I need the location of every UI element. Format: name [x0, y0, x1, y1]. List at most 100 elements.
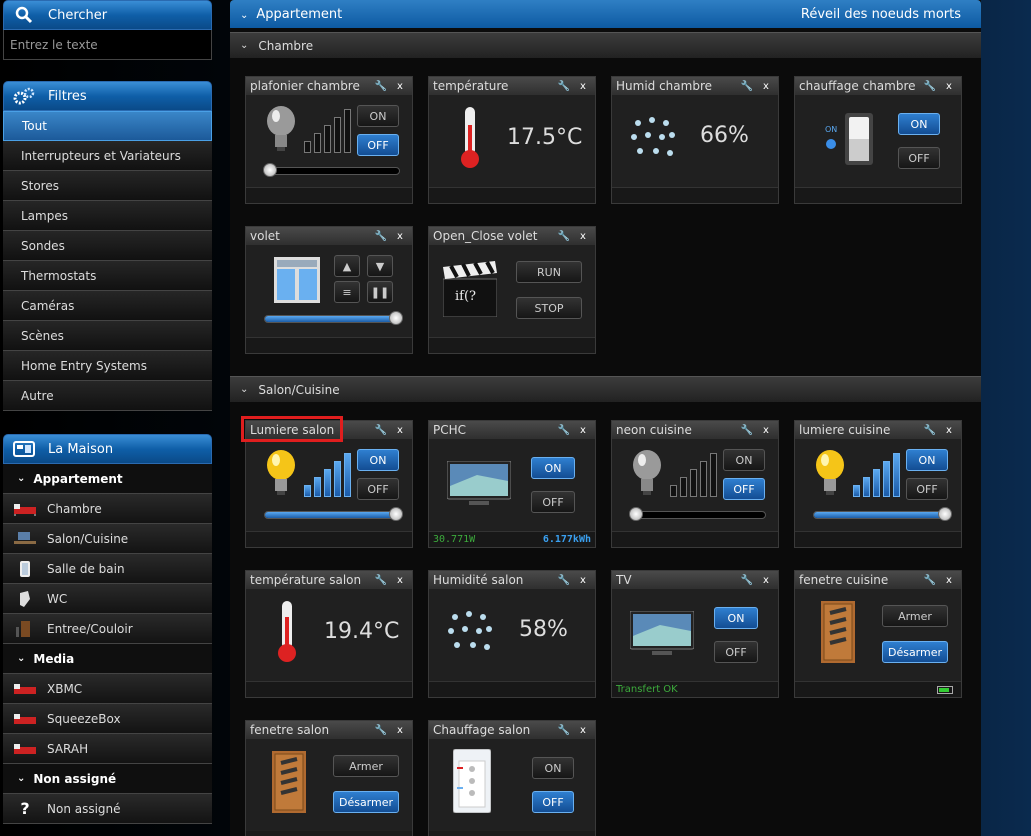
off-button[interactable]: OFF	[906, 478, 948, 500]
tree-group-appartement[interactable]: ⌄ Appartement	[3, 464, 212, 494]
wrench-icon[interactable]: 🔧	[374, 423, 388, 437]
up-button[interactable]: ▲	[334, 255, 360, 277]
shutter-slider[interactable]	[264, 311, 403, 325]
close-icon[interactable]: x	[576, 723, 590, 737]
wrench-icon[interactable]: 🔧	[374, 79, 388, 93]
wrench-icon[interactable]: 🔧	[740, 573, 754, 587]
off-button[interactable]: OFF	[723, 478, 765, 500]
off-button[interactable]: OFF	[357, 134, 399, 156]
dimmer-slider[interactable]	[813, 507, 952, 521]
card-body: ON OFF	[429, 739, 595, 831]
close-icon[interactable]: x	[393, 79, 407, 93]
close-icon[interactable]: x	[942, 423, 956, 437]
wrench-icon[interactable]: 🔧	[374, 229, 388, 243]
close-icon[interactable]: x	[576, 79, 590, 93]
slider-knob[interactable]	[389, 507, 403, 521]
wrench-icon[interactable]: 🔧	[557, 79, 571, 93]
wrench-icon[interactable]: 🔧	[740, 79, 754, 93]
tree-item-label: Entree/Couloir	[47, 621, 133, 636]
filter-item-interrupteurs[interactable]: Interrupteurs et Variateurs	[3, 141, 212, 171]
wrench-icon[interactable]: 🔧	[374, 723, 388, 737]
close-icon[interactable]: x	[393, 229, 407, 243]
wake-dead-nodes-button[interactable]: Réveil des noeuds morts	[801, 7, 961, 22]
section-salon-cuisine[interactable]: ⌄ Salon/Cuisine	[230, 376, 981, 402]
close-icon[interactable]: x	[576, 423, 590, 437]
off-button[interactable]: OFF	[898, 147, 940, 169]
card-body: ▲ ▼ ≡ ❚❚	[246, 245, 412, 337]
tree-item-salon-cuisine[interactable]: Salon/Cuisine	[3, 524, 212, 554]
tree-group-non-assigne[interactable]: ⌄ Non assigné	[3, 764, 212, 794]
run-button[interactable]: RUN	[516, 261, 582, 283]
off-button[interactable]: OFF	[714, 641, 758, 663]
pause-button[interactable]: ❚❚	[367, 281, 393, 303]
off-button[interactable]: OFF	[531, 491, 575, 513]
tree-item-xbmc[interactable]: XBMC	[3, 674, 212, 704]
close-icon[interactable]: x	[393, 573, 407, 587]
tree-item-chambre[interactable]: Chambre	[3, 494, 212, 524]
wrench-icon[interactable]: 🔧	[923, 423, 937, 437]
wrench-icon[interactable]: 🔧	[557, 229, 571, 243]
wrench-icon[interactable]: 🔧	[557, 723, 571, 737]
disarm-button[interactable]: Désarmer	[333, 791, 399, 813]
disarm-button[interactable]: Désarmer	[882, 641, 948, 663]
off-button[interactable]: OFF	[357, 478, 399, 500]
filter-item-cameras[interactable]: Caméras	[3, 291, 212, 321]
off-button[interactable]: OFF	[532, 791, 574, 813]
slider-knob[interactable]	[629, 507, 643, 521]
on-button[interactable]: ON	[357, 449, 399, 471]
dimmer-slider[interactable]	[263, 163, 400, 177]
tree-group-media[interactable]: ⌄ Media	[3, 644, 212, 674]
on-button[interactable]: ON	[898, 113, 940, 135]
filter-item-stores[interactable]: Stores	[3, 171, 212, 201]
close-icon[interactable]: x	[759, 79, 773, 93]
main-title-wrap[interactable]: ⌄ Appartement	[240, 7, 342, 22]
down-button[interactable]: ▼	[367, 255, 393, 277]
arm-button[interactable]: Armer	[333, 755, 399, 777]
filter-item-sondes[interactable]: Sondes	[3, 231, 212, 261]
wrench-icon[interactable]: 🔧	[923, 573, 937, 587]
close-icon[interactable]: x	[942, 79, 956, 93]
filter-item-lampes[interactable]: Lampes	[3, 201, 212, 231]
section-chambre[interactable]: ⌄ Chambre	[230, 32, 981, 58]
close-icon[interactable]: x	[576, 229, 590, 243]
house-header: La Maison	[3, 434, 212, 464]
on-button[interactable]: ON	[532, 757, 574, 779]
close-icon[interactable]: x	[393, 723, 407, 737]
filter-item-thermostats[interactable]: Thermostats	[3, 261, 212, 291]
dimmer-slider[interactable]	[629, 507, 766, 521]
wrench-icon[interactable]: 🔧	[557, 423, 571, 437]
on-button[interactable]: ON	[531, 457, 575, 479]
wrench-icon[interactable]: 🔧	[740, 423, 754, 437]
wrench-icon[interactable]: 🔧	[923, 79, 937, 93]
tree-item-sarah[interactable]: SARAH	[3, 734, 212, 764]
filter-item-scenes[interactable]: Scènes	[3, 321, 212, 351]
filters-title: Filtres	[48, 88, 87, 104]
close-icon[interactable]: x	[393, 423, 407, 437]
dimmer-slider[interactable]	[264, 507, 403, 521]
slider-knob[interactable]	[938, 507, 952, 521]
wrench-icon[interactable]: 🔧	[557, 573, 571, 587]
slider-knob[interactable]	[389, 311, 403, 325]
tree-item-salle-de-bain[interactable]: Salle de bain	[3, 554, 212, 584]
filter-item-autre[interactable]: Autre	[3, 381, 212, 411]
close-icon[interactable]: x	[759, 423, 773, 437]
close-icon[interactable]: x	[759, 573, 773, 587]
on-button[interactable]: ON	[906, 449, 948, 471]
close-icon[interactable]: x	[576, 573, 590, 587]
filter-item-home-entry[interactable]: Home Entry Systems	[3, 351, 212, 381]
tree-item-squeezebox[interactable]: SqueezeBox	[3, 704, 212, 734]
menu-button[interactable]: ≡	[334, 281, 360, 303]
on-button[interactable]: ON	[714, 607, 758, 629]
tree-item-wc[interactable]: WC	[3, 584, 212, 614]
filter-item-tout[interactable]: Tout	[3, 111, 212, 141]
slider-knob[interactable]	[263, 163, 277, 177]
tree-item-non-assigne[interactable]: ? Non assigné	[3, 794, 212, 824]
stop-button[interactable]: STOP	[516, 297, 582, 319]
tree-item-entree-couloir[interactable]: Entree/Couloir	[3, 614, 212, 644]
close-icon[interactable]: x	[942, 573, 956, 587]
wrench-icon[interactable]: 🔧	[374, 573, 388, 587]
on-button[interactable]: ON	[357, 105, 399, 127]
arm-button[interactable]: Armer	[882, 605, 948, 627]
search-input[interactable]: Entrez le texte	[3, 30, 212, 60]
on-button[interactable]: ON	[723, 449, 765, 471]
